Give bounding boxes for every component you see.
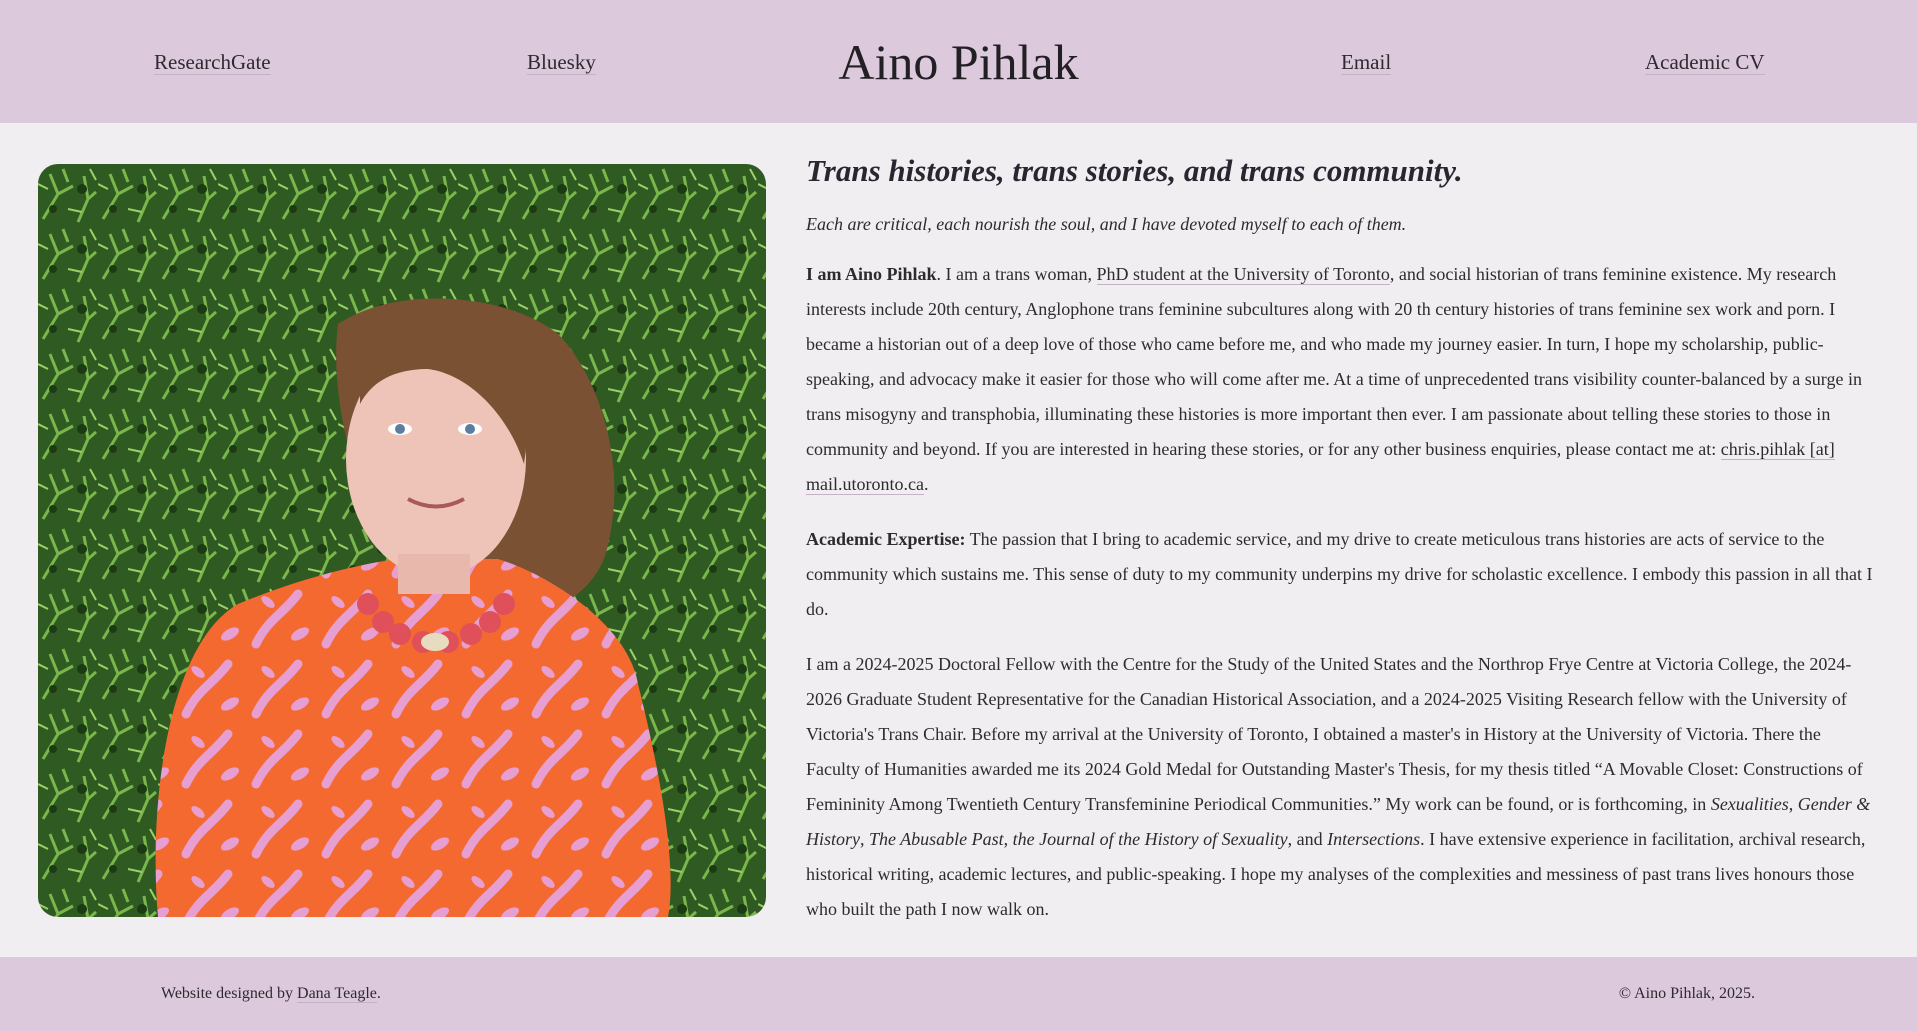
separator: , xyxy=(860,829,869,849)
credit-suffix: . xyxy=(376,985,381,1002)
separator: , xyxy=(1003,829,1013,849)
footer-copyright: © Aino Pihlak, 2025. xyxy=(1618,985,1755,1002)
site-title-text: Aino Pihlak xyxy=(838,34,1079,90)
bio-column: Trans histories, trans stories, and tran… xyxy=(806,151,1876,947)
portrait-image xyxy=(38,164,766,917)
intro-lead: I am Aino Pihlak xyxy=(806,264,937,284)
tagline: Each are critical, each nourish the soul… xyxy=(806,214,1407,234)
headline: Trans histories, trans stories, and tran… xyxy=(806,153,1463,188)
fellowship-text: I am a 2024-2025 Doctoral Fellow with th… xyxy=(806,654,1863,814)
top-nav: ResearchGate Bluesky Aino Pihlak Email A… xyxy=(0,0,1917,123)
journal-title: The Abusable Past xyxy=(869,829,1004,849)
credit-prefix: Website designed by xyxy=(161,985,298,1002)
separator: , xyxy=(1788,794,1798,814)
intro-paragraph: I am Aino Pihlak. I am a trans woman, Ph… xyxy=(806,257,1876,502)
intro-text: , and social historian of trans feminine… xyxy=(806,264,1862,459)
site-title: Aino Pihlak xyxy=(0,32,1917,92)
footer-credit: Website designed by Dana Teagle. xyxy=(161,985,381,1003)
fellowship-paragraph: I am a 2024-2025 Doctoral Fellow with th… xyxy=(806,647,1876,927)
portrait-photo xyxy=(38,164,766,917)
nav-link-researchgate[interactable]: ResearchGate xyxy=(154,50,271,75)
journal-title: the Journal of the History of Sexuality xyxy=(1012,829,1288,849)
journal-title: Intersections xyxy=(1327,829,1421,849)
nav-link-email[interactable]: Email xyxy=(1341,50,1392,75)
phd-link[interactable]: PhD student at the University of Toronto xyxy=(1096,264,1390,285)
main-content: Trans histories, trans stories, and tran… xyxy=(0,123,1917,957)
journal-title: Sexualities xyxy=(1710,794,1789,814)
intro-text: . I am a trans woman, xyxy=(936,264,1097,284)
expertise-paragraph: Academic Expertise: The passion that I b… xyxy=(806,522,1876,627)
intro-text: . xyxy=(923,474,929,494)
site-footer: Website designed by Dana Teagle. © Aino … xyxy=(0,957,1917,1031)
designer-link[interactable]: Dana Teagle xyxy=(297,985,377,1003)
nav-link-academic-cv[interactable]: Academic CV xyxy=(1645,50,1765,75)
separator: , and xyxy=(1287,829,1328,849)
expertise-lead: Academic Expertise: xyxy=(806,529,966,549)
expertise-text: The passion that I bring to academic ser… xyxy=(806,529,1873,619)
nav-link-bluesky[interactable]: Bluesky xyxy=(527,50,596,75)
